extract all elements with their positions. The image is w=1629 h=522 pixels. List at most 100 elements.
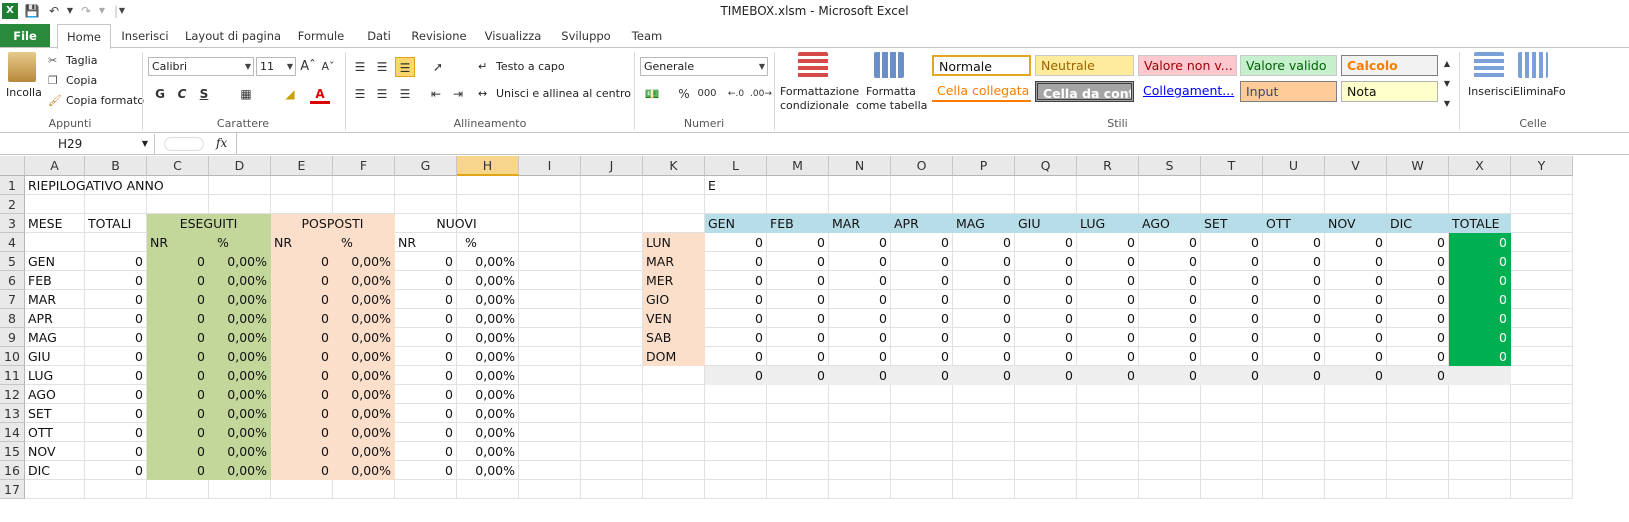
cell[interactable] — [953, 480, 1015, 499]
cell[interactable]: 0 — [705, 347, 767, 366]
format-as-table-label-2[interactable]: come tabella — [856, 99, 927, 112]
insert-function-icon[interactable]: fx — [216, 136, 227, 150]
cell[interactable] — [581, 404, 643, 423]
cell[interactable]: 0 — [395, 290, 457, 309]
cell[interactable]: 0 — [1325, 309, 1387, 328]
cell[interactable] — [1139, 195, 1201, 214]
formula-bar-handle[interactable] — [164, 137, 204, 151]
cell[interactable]: 0,00% — [209, 442, 271, 461]
cell[interactable]: NR — [271, 233, 333, 252]
cell[interactable]: 0,00% — [457, 290, 519, 309]
cell[interactable]: 0 — [1139, 233, 1201, 252]
cell[interactable]: 0 — [395, 423, 457, 442]
column-header-C[interactable]: C — [147, 156, 209, 176]
cell[interactable] — [1511, 480, 1573, 499]
cell[interactable] — [1015, 461, 1077, 480]
cell[interactable] — [1263, 442, 1325, 461]
cell[interactable]: MAR — [25, 290, 85, 309]
cell[interactable]: 0 — [271, 290, 333, 309]
cell[interactable]: 0 — [395, 309, 457, 328]
cell[interactable] — [581, 423, 643, 442]
cell[interactable]: 0 — [829, 233, 891, 252]
cell[interactable]: 0 — [891, 347, 953, 366]
cell[interactable] — [1387, 423, 1449, 442]
cell[interactable]: 0 — [1387, 347, 1449, 366]
cell[interactable] — [209, 195, 271, 214]
cell[interactable]: 0 — [147, 347, 209, 366]
cell[interactable]: 0 — [85, 252, 147, 271]
cell[interactable] — [643, 385, 705, 404]
style-neutral[interactable]: Neutrale — [1035, 55, 1134, 76]
cell[interactable]: 0 — [953, 252, 1015, 271]
cell[interactable] — [1449, 404, 1511, 423]
font-name-combo[interactable]: Calibri ▼ — [148, 57, 254, 76]
cell[interactable] — [1387, 461, 1449, 480]
cell[interactable] — [1387, 404, 1449, 423]
cell[interactable] — [705, 442, 767, 461]
cell[interactable] — [767, 176, 829, 195]
cell[interactable] — [953, 385, 1015, 404]
cell[interactable]: SET — [25, 404, 85, 423]
cell[interactable]: 0 — [271, 347, 333, 366]
cell[interactable] — [1139, 404, 1201, 423]
cell[interactable]: 0 — [85, 385, 147, 404]
cell[interactable] — [1511, 176, 1573, 195]
row-header-2[interactable]: 2 — [0, 195, 25, 214]
cell[interactable]: 0 — [271, 404, 333, 423]
cell[interactable] — [1511, 404, 1573, 423]
cell[interactable] — [581, 233, 643, 252]
cell[interactable] — [1263, 461, 1325, 480]
cell[interactable]: 0 — [1387, 252, 1449, 271]
cell[interactable] — [643, 404, 705, 423]
cell[interactable]: 0 — [395, 271, 457, 290]
cell[interactable] — [85, 195, 147, 214]
cell[interactable]: 0 — [147, 366, 209, 385]
cell[interactable]: DIC — [1387, 214, 1449, 233]
tab-home[interactable]: Home — [57, 24, 111, 49]
cell[interactable]: 0 — [1139, 366, 1201, 385]
cell[interactable]: 0,00% — [209, 385, 271, 404]
cell[interactable] — [953, 461, 1015, 480]
cell[interactable]: SET — [1201, 214, 1263, 233]
cell[interactable] — [457, 195, 519, 214]
cell[interactable]: 0 — [1201, 347, 1263, 366]
cell[interactable] — [1201, 385, 1263, 404]
cell[interactable]: 0 — [1201, 309, 1263, 328]
conditional-formatting-label-2[interactable]: condizionale — [780, 99, 849, 112]
cell[interactable]: % — [457, 233, 519, 252]
cell[interactable]: 0 — [395, 442, 457, 461]
cell[interactable]: 0 — [1263, 252, 1325, 271]
cell[interactable]: 0 — [1325, 271, 1387, 290]
cell[interactable] — [1449, 385, 1511, 404]
cell[interactable]: 0 — [271, 461, 333, 480]
cell[interactable] — [581, 214, 643, 233]
cell[interactable]: 0 — [891, 252, 953, 271]
column-header-E[interactable]: E — [271, 156, 333, 176]
cell[interactable]: 0 — [1139, 347, 1201, 366]
conditional-formatting-label-1[interactable]: Formattazione — [780, 85, 859, 98]
cell[interactable] — [519, 347, 581, 366]
cell[interactable] — [705, 404, 767, 423]
cell[interactable] — [705, 461, 767, 480]
cell[interactable]: LUG — [1077, 214, 1139, 233]
cell[interactable] — [519, 423, 581, 442]
cell[interactable] — [209, 480, 271, 499]
cell[interactable]: 0 — [1139, 290, 1201, 309]
cell[interactable]: 0 — [1449, 252, 1511, 271]
merge-center-button[interactable]: Unisci e allinea al centro — [496, 87, 631, 100]
cell[interactable]: 0,00% — [457, 347, 519, 366]
insert-cells-button[interactable]: Inserisci — [1468, 85, 1513, 98]
cell[interactable]: 0,00% — [209, 252, 271, 271]
cell[interactable] — [519, 480, 581, 499]
cell[interactable] — [1511, 347, 1573, 366]
cell[interactable]: 0 — [767, 252, 829, 271]
cell[interactable]: 0 — [147, 404, 209, 423]
cell[interactable] — [519, 309, 581, 328]
cell[interactable]: 0 — [1449, 328, 1511, 347]
cell[interactable] — [1263, 195, 1325, 214]
cell[interactable] — [333, 195, 395, 214]
cell[interactable]: MAG — [25, 328, 85, 347]
cell[interactable] — [767, 404, 829, 423]
cell[interactable] — [1511, 442, 1573, 461]
cell[interactable] — [891, 385, 953, 404]
